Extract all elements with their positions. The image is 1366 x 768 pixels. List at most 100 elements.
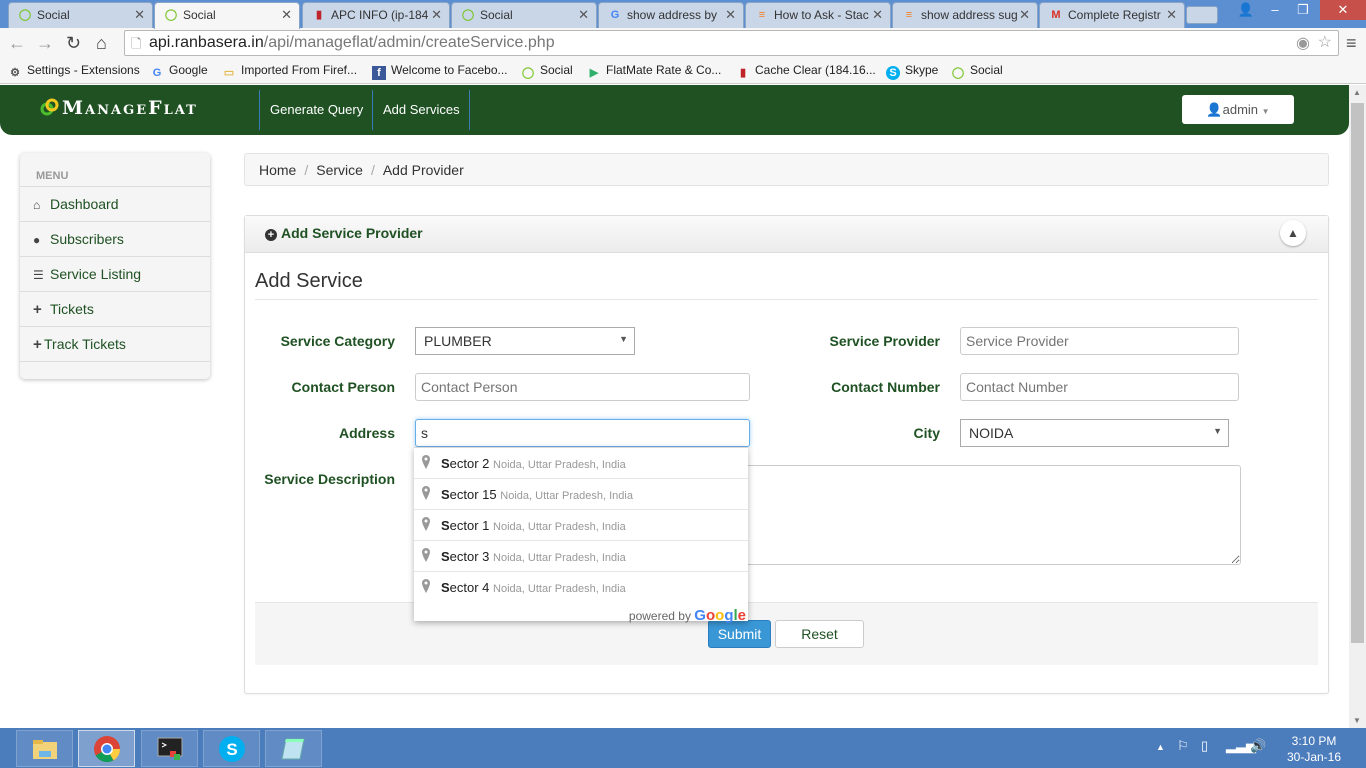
form-title: Add Service xyxy=(255,270,363,292)
suggestion-item[interactable]: Sector 15 Noida, Uttar Pradesh, India xyxy=(414,479,748,510)
play-store-icon: ▶ xyxy=(589,67,599,79)
nav-generate-query[interactable]: Generate Query xyxy=(259,90,373,130)
suggestion-item[interactable]: Sector 4 Noida, Uttar Pradesh, India xyxy=(414,572,748,603)
suggestion-item[interactable]: Sector 3 Noida, Uttar Pradesh, India xyxy=(414,541,748,572)
profile-icon[interactable]: 👤 xyxy=(1234,0,1258,20)
battery-icon[interactable]: ▯ xyxy=(1201,738,1208,754)
sidebar-item-service-listing[interactable]: ☰ Service Listing xyxy=(20,257,210,292)
taskbar-file-explorer[interactable] xyxy=(16,730,73,767)
map-pin-icon xyxy=(422,517,430,531)
extinguisher-icon: ▮ xyxy=(315,9,323,21)
scroll-up-arrow-icon[interactable]: ▲ xyxy=(1353,88,1361,97)
bookmark[interactable]: ▭ Imported From Firef... xyxy=(222,63,357,80)
bookmark-star-icon[interactable]: ☆ xyxy=(1318,32,1332,52)
app-navbar: ManageFlat Generate Query Add Services 👤… xyxy=(0,85,1349,135)
bookmark[interactable]: S Skype xyxy=(886,63,938,80)
notepad-icon xyxy=(281,738,305,760)
taskbar-skype[interactable]: S xyxy=(203,730,260,767)
map-pin-icon xyxy=(422,548,430,562)
back-icon[interactable]: ← xyxy=(8,33,26,54)
google-logo: Google xyxy=(694,607,746,624)
taskbar-terminal[interactable] xyxy=(141,730,198,767)
browser-tab[interactable]: ◯ Social ✕ xyxy=(451,2,597,28)
reset-button[interactable]: Reset xyxy=(775,620,864,648)
nav-divider xyxy=(469,90,470,130)
address-input[interactable] xyxy=(415,419,750,447)
bookmark[interactable]: ◯ Social xyxy=(951,63,1003,80)
city-select[interactable]: NOIDA ▼ xyxy=(960,419,1229,447)
sidebar-item-subscribers[interactable]: ● Subscribers xyxy=(20,222,210,257)
service-provider-input[interactable] xyxy=(960,327,1239,355)
home-icon[interactable]: ⌂ xyxy=(96,33,107,54)
collapse-button[interactable]: ▲ xyxy=(1280,220,1306,246)
contact-number-input[interactable] xyxy=(960,373,1239,401)
close-tab-icon[interactable]: ✕ xyxy=(134,7,145,23)
home-icon: ⌂ xyxy=(33,198,41,212)
menu-icon[interactable]: ≡ xyxy=(1346,33,1357,54)
suggestion-item[interactable]: Sector 2 Noida, Uttar Pradesh, India xyxy=(414,448,748,479)
nav-add-services[interactable]: Add Services xyxy=(372,90,470,130)
address-autocomplete-dropdown: Sector 2 Noida, Uttar Pradesh, India Sec… xyxy=(414,447,748,624)
bookmark[interactable]: ⚙ Settings - Extensions xyxy=(8,63,140,80)
browser-tab[interactable]: ≡ show address sug ✕ xyxy=(892,2,1038,28)
map-pin-icon xyxy=(422,455,430,469)
page-viewport: ManageFlat Generate Query Add Services 👤… xyxy=(0,85,1349,728)
browser-tab[interactable]: M Complete Registr ✕ xyxy=(1039,2,1185,28)
close-tab-icon[interactable]: ✕ xyxy=(725,7,736,23)
user-icon: 👤 xyxy=(1206,102,1223,117)
taskbar-notepad[interactable] xyxy=(265,730,322,767)
sidebar-item-track-tickets[interactable]: + Track Tickets xyxy=(20,327,210,362)
bookmark[interactable]: ▶ FlatMate Rate & Co... xyxy=(587,63,722,80)
close-window-button[interactable]: ✕ xyxy=(1320,0,1366,20)
browser-tab[interactable]: G show address by ✕ xyxy=(598,2,744,28)
sidebar-item-tickets[interactable]: + Tickets xyxy=(20,292,210,327)
address-bar[interactable]: 🗋 api.ranbasera.in/api/manageflat/admin/… xyxy=(124,30,1339,56)
close-tab-icon[interactable]: ✕ xyxy=(578,7,589,23)
sidebar-item-dashboard[interactable]: ⌂ Dashboard xyxy=(20,187,210,222)
contact-person-input[interactable] xyxy=(415,373,750,401)
list-icon: ☰ xyxy=(33,268,44,282)
scroll-down-arrow-icon[interactable]: ▼ xyxy=(1353,716,1361,725)
system-clock[interactable]: 3:10 PM 30-Jan-16 xyxy=(1284,733,1344,765)
browser-tab[interactable]: ≡ How to Ask - Stac ✕ xyxy=(745,2,891,28)
new-tab-button[interactable] xyxy=(1186,6,1218,24)
restore-button[interactable]: ❐ xyxy=(1290,0,1316,20)
taskbar-chrome[interactable] xyxy=(78,730,135,767)
bookmark[interactable]: f Welcome to Facebo... xyxy=(372,63,508,80)
close-tab-icon[interactable]: ✕ xyxy=(872,7,883,23)
action-center-flag-icon[interactable]: ⚐ xyxy=(1177,738,1189,754)
browser-tab[interactable]: ◯ Social ✕ xyxy=(8,2,153,28)
google-icon: G xyxy=(152,67,162,79)
close-tab-icon[interactable]: ✕ xyxy=(281,7,292,23)
user-menu-button[interactable]: 👤admin ▼ xyxy=(1182,95,1294,124)
service-category-select[interactable]: PLUMBER ▼ xyxy=(415,327,635,355)
show-hidden-icons[interactable]: ▲ xyxy=(1156,742,1165,752)
breadcrumb-home[interactable]: Home xyxy=(259,162,296,178)
close-tab-icon[interactable]: ✕ xyxy=(1166,7,1177,23)
submit-button[interactable]: Submit xyxy=(708,620,771,648)
chevron-up-icon: ▲ xyxy=(1287,226,1299,240)
browser-tab-active[interactable]: ◯ Social ✕ xyxy=(154,2,300,29)
terminal-icon xyxy=(157,737,183,760)
suggestion-item[interactable]: Sector 1 Noida, Uttar Pradesh, India xyxy=(414,510,748,541)
breadcrumb-service[interactable]: Service xyxy=(316,162,363,178)
forward-icon[interactable]: → xyxy=(36,33,54,54)
bookmark[interactable]: ▮ Cache Clear (184.16... xyxy=(736,63,876,80)
location-icon[interactable]: ◉ xyxy=(1296,33,1310,53)
service-category-label: Service Category xyxy=(280,333,395,349)
minimize-button[interactable]: – xyxy=(1262,0,1288,20)
social-icon: ◯ xyxy=(18,9,32,21)
browser-tab[interactable]: ▮ APC INFO (ip-184 ✕ xyxy=(302,2,450,28)
bookmark[interactable]: G Google xyxy=(150,63,208,80)
brand-logo[interactable]: ManageFlat xyxy=(40,97,198,119)
plus-icon: + xyxy=(33,336,42,353)
close-tab-icon[interactable]: ✕ xyxy=(1019,7,1030,23)
scrollbar-thumb[interactable] xyxy=(1351,103,1364,643)
page-scrollbar[interactable]: ▲ ▼ xyxy=(1349,85,1366,728)
close-tab-icon[interactable]: ✕ xyxy=(431,7,442,23)
volume-icon[interactable]: 🔊 xyxy=(1250,738,1266,754)
bookmark[interactable]: ◯ Social xyxy=(521,63,573,80)
social-icon: ◯ xyxy=(164,9,178,21)
caret-down-icon: ▼ xyxy=(1261,107,1270,116)
reload-icon[interactable]: ↻ xyxy=(66,33,81,54)
